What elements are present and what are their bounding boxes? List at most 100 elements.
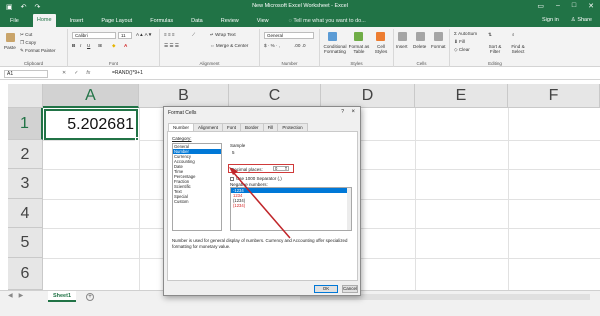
row-header-2[interactable]: 2	[8, 140, 43, 169]
cancel-button[interactable]: Cancel	[342, 285, 358, 293]
bold-icon[interactable]: B	[72, 43, 75, 48]
copy-button[interactable]: ❐ Copy	[20, 40, 36, 46]
add-sheet-icon[interactable]: +	[86, 293, 94, 301]
cell-styles-icon[interactable]	[376, 32, 385, 41]
format-button[interactable]: Format	[431, 44, 446, 49]
row-header-3[interactable]: 3	[8, 169, 43, 199]
insert-cells-icon[interactable]	[398, 32, 407, 41]
borders-icon[interactable]: ⊞	[98, 43, 102, 49]
sort-icon[interactable]: ⇅	[488, 32, 492, 38]
top-align-icon[interactable]: ≡ ≡ ≡	[164, 32, 175, 37]
row-header-6[interactable]: 6	[8, 258, 43, 290]
tab-font[interactable]: Font	[222, 123, 242, 131]
underline-icon[interactable]: U	[87, 43, 90, 48]
merge-center-button[interactable]: ⇔ Merge & Center	[210, 43, 248, 48]
number-format-select[interactable]: General	[264, 32, 314, 39]
format-cells-dialog: Format Cells ? × Number Alignment Font B…	[163, 106, 361, 296]
left-align-icon[interactable]: ☰ ☰ ☰	[164, 43, 179, 49]
row-header-1[interactable]: 1	[8, 108, 43, 140]
ribbon-display-icon[interactable]: ▭	[537, 2, 544, 10]
tell-me-search[interactable]: ◌ Tell me what you want to do...	[289, 18, 366, 24]
column-header-c[interactable]: C	[229, 84, 321, 108]
tab-border[interactable]: Border	[240, 123, 264, 131]
tab-view[interactable]: View	[253, 16, 273, 26]
format-painter-button[interactable]: ✎ Format Painter	[20, 48, 56, 54]
enter-icon[interactable]: ✓	[74, 70, 78, 76]
minimize-icon[interactable]: –	[556, 2, 560, 10]
cancel-icon[interactable]: ✕	[62, 70, 66, 76]
find-icon[interactable]: ⌕	[512, 32, 515, 37]
format-as-table-button[interactable]: Format as Table	[348, 44, 370, 54]
insert-button[interactable]: Insert	[396, 44, 408, 49]
row-header-5[interactable]: 5	[8, 228, 43, 258]
paste-button[interactable]: Paste	[4, 45, 16, 50]
column-header-d[interactable]: D	[321, 84, 415, 108]
decimal-icon[interactable]: .00 .0	[294, 43, 306, 48]
column-header-f[interactable]: F	[508, 84, 600, 108]
decimal-places-stepper[interactable]: 0 ▲ ▼	[273, 166, 289, 171]
tab-home[interactable]: Home	[32, 14, 56, 27]
tab-alignment[interactable]: Alignment	[193, 123, 224, 131]
row-header-4[interactable]: 4	[8, 199, 43, 228]
font-color-icon[interactable]: A	[124, 43, 127, 48]
next-sheet-icon[interactable]: ▶	[19, 292, 24, 299]
prev-sheet-icon[interactable]: ◀	[8, 292, 13, 299]
wrap-text-button[interactable]: ↵ Wrap Text	[210, 32, 236, 38]
column-header-b[interactable]: B	[139, 84, 229, 108]
cut-button[interactable]: ✂ Cut	[20, 32, 32, 38]
column-header-e[interactable]: E	[415, 84, 508, 108]
font-size-select[interactable]: 11	[118, 32, 132, 39]
find-select-button[interactable]: Find & Select	[508, 44, 528, 54]
name-box[interactable]: A1	[4, 70, 48, 78]
orientation-icon[interactable]: ⟋	[192, 32, 195, 37]
tab-insert[interactable]: Insert	[66, 16, 88, 26]
fill-button[interactable]: ⬇ Fill	[454, 39, 465, 45]
sheet-tab-sheet1[interactable]: Sheet1	[48, 291, 76, 302]
conditional-formatting-button[interactable]: Conditional Formatting	[322, 44, 348, 54]
delete-cells-icon[interactable]	[416, 32, 425, 41]
cell-a1[interactable]: 5.202681	[44, 109, 138, 140]
group-number: General $ · % · , .00 .0 Number	[260, 29, 320, 67]
close-icon[interactable]: ✕	[588, 2, 594, 10]
checkbox-icon[interactable]	[230, 176, 234, 181]
delete-button[interactable]: Delete	[413, 44, 426, 49]
font-name-select[interactable]: Calibri	[72, 32, 116, 39]
tab-file[interactable]: File	[6, 16, 23, 26]
clear-button[interactable]: ◇ Clear	[454, 47, 470, 53]
help-icon[interactable]: ?	[341, 109, 344, 115]
fx-icon[interactable]: fx	[86, 70, 90, 76]
column-header-a[interactable]: A	[43, 84, 139, 108]
tab-formulas[interactable]: Formulas	[146, 16, 177, 26]
thousands-separator-checkbox[interactable]: Use 1000 Separator (,)	[230, 176, 282, 181]
formula-input[interactable]: =RAND()*9+1	[112, 70, 143, 77]
tab-protection[interactable]: Protection	[277, 123, 308, 131]
close-icon[interactable]: ×	[351, 109, 355, 115]
negative-numbers-list[interactable]: -1234 1234 (1234) (1234)	[230, 187, 352, 231]
italic-icon[interactable]: I	[80, 43, 81, 48]
format-table-icon[interactable]	[354, 32, 363, 41]
cell-styles-button[interactable]: Cell Styles	[372, 44, 390, 54]
autosum-button[interactable]: Σ AutoSum	[454, 31, 477, 36]
list-item[interactable]: Custom	[173, 199, 221, 204]
list-item[interactable]: (1234)	[231, 203, 351, 208]
sort-filter-button[interactable]: Sort & Filter	[486, 44, 504, 54]
list-scrollbar[interactable]	[347, 188, 351, 230]
currency-icon[interactable]: $ · % · ,	[264, 43, 280, 48]
spinner-arrows-icon[interactable]: ▲ ▼	[284, 166, 288, 171]
select-all-corner[interactable]	[8, 84, 43, 108]
maximize-icon[interactable]: □	[572, 2, 576, 10]
conditional-formatting-icon[interactable]	[328, 32, 337, 41]
fill-handle[interactable]	[135, 137, 139, 141]
grow-font-icon[interactable]: A▲ A▼	[136, 32, 152, 37]
tab-fill[interactable]: Fill	[262, 123, 279, 131]
format-cells-icon[interactable]	[434, 32, 443, 41]
tab-page-layout[interactable]: Page Layout	[97, 16, 136, 26]
tab-data[interactable]: Data	[187, 16, 207, 26]
sign-in-link[interactable]: Sign in	[542, 17, 559, 23]
paste-icon[interactable]	[6, 33, 15, 42]
share-button[interactable]: ♙ Share	[571, 17, 592, 23]
tab-review[interactable]: Review	[217, 16, 243, 26]
ok-button[interactable]: OK	[314, 285, 338, 293]
fill-color-icon[interactable]: ◆	[112, 43, 116, 49]
category-list[interactable]: General Number Currency Accounting Date …	[172, 143, 222, 231]
